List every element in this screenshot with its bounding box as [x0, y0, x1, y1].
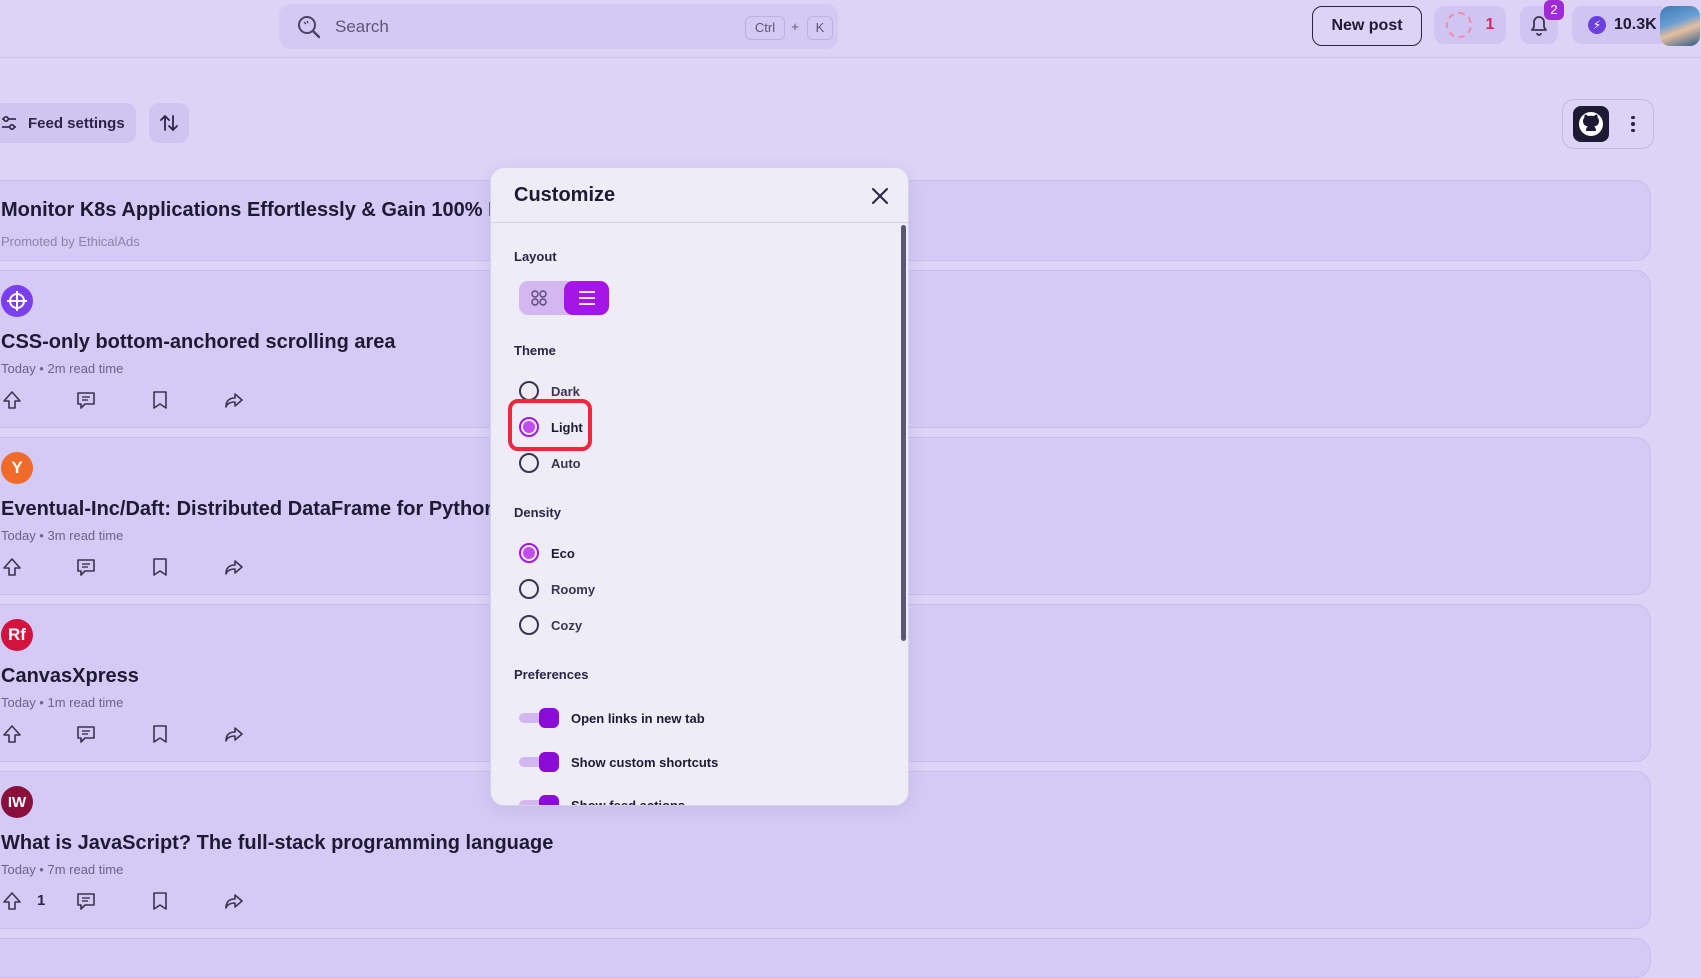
post-title[interactable]: Monitor K8s Applications Effortlessly & … — [1, 199, 500, 222]
pref-show-feed-actions[interactable]: Show feed actions — [519, 794, 686, 806]
bookmark-icon[interactable] — [149, 890, 173, 914]
comment-icon[interactable] — [75, 723, 99, 747]
search-input[interactable]: Search — [335, 17, 389, 37]
post-actions — [1, 556, 261, 580]
pref-open-links-new-tab[interactable]: Open links in new tab — [519, 707, 705, 729]
upvote-icon[interactable] — [1, 890, 25, 914]
github-icon[interactable] — [1573, 106, 1609, 142]
layout-toggle[interactable] — [519, 281, 609, 315]
modal-header: Customize — [491, 168, 908, 223]
radio-label: Cozy — [551, 617, 583, 633]
comment-icon[interactable] — [75, 389, 99, 413]
reputation-value: 10.3K — [1614, 16, 1657, 33]
notification-badge: 2 — [1544, 0, 1564, 20]
toggle-label: Open links in new tab — [571, 710, 705, 726]
upvote-icon[interactable] — [1, 389, 25, 413]
post-title[interactable]: Eventual-Inc/Daft: Distributed DataFrame… — [1, 498, 497, 521]
upvote-icon[interactable] — [1, 556, 25, 580]
lightning-icon: ⚡ — [1588, 16, 1606, 34]
theme-option-auto[interactable]: Auto — [519, 452, 581, 474]
radio-button-selected[interactable] — [519, 543, 539, 563]
layout-section-label: Layout — [514, 249, 557, 264]
streak-ring-icon — [1445, 12, 1472, 38]
share-icon[interactable] — [223, 890, 247, 914]
bookmark-icon[interactable] — [149, 389, 173, 413]
shortcut-plus: + — [791, 19, 799, 34]
post-title[interactable]: CSS-only bottom-anchored scrolling area — [1, 331, 396, 354]
preferences-section-label: Preferences — [514, 667, 589, 682]
share-icon[interactable] — [223, 389, 247, 413]
post-meta: Today • 3m read time — [1, 528, 124, 543]
source-icon[interactable]: Rf — [1, 619, 33, 651]
density-section-label: Density — [514, 505, 561, 520]
density-option-eco[interactable]: Eco — [519, 542, 575, 564]
comment-icon[interactable] — [75, 890, 99, 914]
modal-title: Customize — [514, 184, 616, 206]
radio-button[interactable] — [519, 381, 539, 401]
radio-button[interactable] — [519, 615, 539, 635]
toggle-label: Show feed actions — [571, 797, 686, 806]
shortcut-k-key: K — [807, 16, 833, 40]
share-icon[interactable] — [223, 556, 247, 580]
share-icon[interactable] — [223, 723, 247, 747]
streak-count: 1 — [1485, 16, 1495, 33]
search-bar[interactable]: Search Ctrl + K — [279, 4, 838, 49]
post-card[interactable] — [0, 938, 1651, 978]
radio-label: Eco — [551, 545, 575, 561]
new-post-button[interactable]: New post — [1312, 6, 1422, 46]
radio-label: Dark — [551, 383, 580, 399]
toggle-label: Show custom shortcuts — [571, 754, 719, 770]
toggle-switch[interactable] — [519, 795, 559, 805]
bookmark-icon[interactable] — [149, 723, 173, 747]
source-icon[interactable]: Y — [1, 452, 33, 484]
list-layout-icon[interactable] — [564, 281, 609, 315]
post-meta: Promoted by EthicalAds — [1, 234, 140, 249]
theme-section-label: Theme — [514, 343, 556, 358]
github-logo-icon — [1579, 112, 1603, 136]
toggle-switch[interactable] — [519, 752, 559, 772]
upvote-icon[interactable] — [1, 723, 25, 747]
toggle-switch[interactable] — [519, 708, 559, 728]
highlight-annotation — [508, 399, 592, 451]
search-icon — [298, 15, 321, 38]
sort-arrows-icon — [160, 115, 178, 131]
radio-button[interactable] — [519, 453, 539, 473]
post-title[interactable]: What is JavaScript? The full-stack progr… — [1, 832, 553, 855]
bookmark-icon[interactable] — [149, 556, 173, 580]
feed-settings-button[interactable]: Feed settings — [0, 103, 136, 143]
top-bar: Search Ctrl + K New post 1 2 ⚡ 10.3K — [0, 0, 1701, 58]
density-option-cozy[interactable]: Cozy — [519, 614, 582, 636]
profile-avatar[interactable] — [1660, 6, 1700, 46]
radio-label: Roomy — [551, 581, 596, 597]
post-actions — [1, 389, 261, 413]
radio-button[interactable] — [519, 579, 539, 599]
feed-source-group — [1562, 99, 1654, 149]
source-icon[interactable]: IW — [1, 786, 33, 818]
more-options-icon[interactable] — [1623, 110, 1643, 138]
post-meta: Today • 1m read time — [1, 695, 124, 710]
density-option-roomy[interactable]: Roomy — [519, 578, 595, 600]
post-meta: Today • 7m read time — [1, 862, 124, 877]
upvote-count: 1 — [37, 892, 46, 909]
reputation-button[interactable]: ⚡ 10.3K — [1572, 6, 1662, 44]
post-actions: 1 — [1, 890, 261, 914]
feed-settings-label: Feed settings — [28, 114, 125, 132]
comment-icon[interactable] — [75, 556, 99, 580]
grid-layout-icon[interactable] — [527, 287, 551, 309]
post-title[interactable]: CanvasXpress — [1, 665, 139, 688]
reading-streak-button[interactable]: 1 — [1434, 6, 1506, 44]
sliders-icon — [2, 115, 16, 131]
sort-button[interactable] — [149, 103, 189, 143]
shortcut-ctrl-key: Ctrl — [745, 16, 785, 40]
close-icon[interactable] — [869, 185, 891, 207]
modal-scrollbar[interactable] — [901, 225, 906, 641]
source-icon[interactable] — [1, 285, 33, 317]
post-actions — [1, 723, 261, 747]
pref-show-custom-shortcuts[interactable]: Show custom shortcuts — [519, 751, 718, 773]
post-meta: Today • 2m read time — [1, 361, 124, 376]
customize-modal: Customize Layout Theme Dark Light Auto D… — [490, 167, 909, 806]
radio-label: Auto — [551, 455, 581, 471]
